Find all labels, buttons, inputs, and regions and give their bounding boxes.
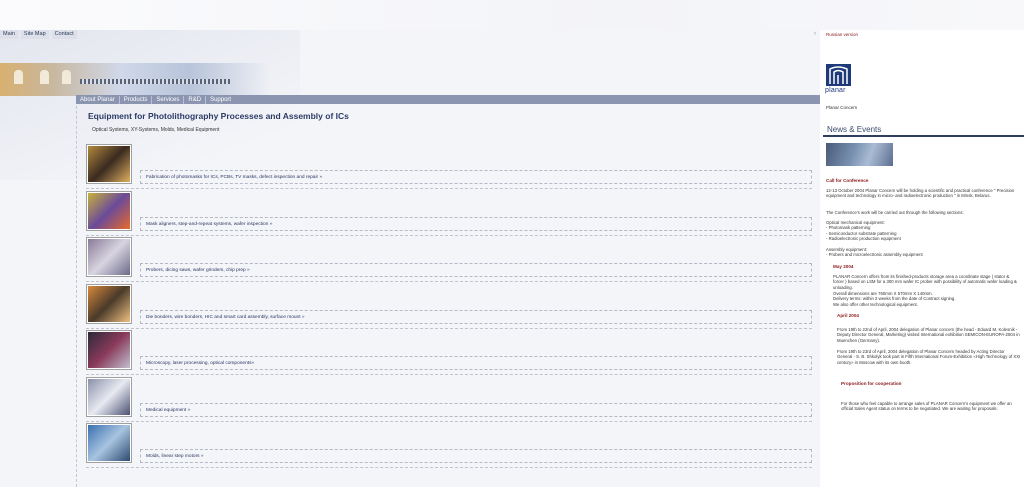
top-nav: Main Site Map Contact (0, 30, 77, 39)
cooperation-text: For those who feel capable to arrange sa… (841, 401, 1012, 412)
product-link[interactable]: Mask aligners, step-and-repeat systems, … (140, 216, 812, 231)
cooperation-heading: Proposition for cooperation (841, 381, 902, 386)
news-divider (823, 135, 1024, 137)
header-banner-image (0, 63, 270, 96)
product-row: Fabrication of photomasks for ICs, PCBs,… (86, 144, 812, 190)
collapse-arrow-icon[interactable]: ‹ (814, 31, 816, 37)
product-row: Microscopy, laser processing, optical co… (86, 330, 812, 376)
product-link[interactable]: Probers, dicing saws, wafer grinders, ch… (140, 263, 812, 277)
left-divider (76, 96, 77, 487)
row-divider (86, 281, 812, 282)
main-nav-products[interactable]: Products (120, 95, 153, 104)
top-nav-contact[interactable]: Contact (51, 30, 77, 39)
assembly-sections: Assembly equipment: - Probers and microel… (826, 247, 923, 258)
mask-aligner-image[interactable] (86, 190, 132, 231)
planar-logo-icon (826, 64, 851, 86)
row-divider (86, 188, 812, 189)
product-link[interactable]: Fabrication of photomasks for ICs, PCBs,… (140, 170, 812, 184)
microscopy-image[interactable] (86, 330, 132, 370)
die-bonder-image[interactable] (86, 283, 132, 324)
row-divider (86, 327, 812, 329)
may-text: PLANAR Concern offers from its finished-… (833, 274, 1017, 290)
product-row: Mask aligners, step-and-repeat systems, … (86, 190, 812, 237)
page-subtitle: Optical Systems, XY-Systems, Molds, Medi… (92, 127, 220, 133)
russian-version-link[interactable]: Russian version (826, 32, 858, 37)
row-divider (86, 420, 812, 422)
top-band (0, 0, 1024, 30)
main-nav: About Planar Products Services R&D Suppo… (76, 95, 820, 104)
prober-image[interactable] (86, 237, 132, 277)
news-image (826, 143, 893, 166)
row-divider (86, 234, 812, 236)
photomask-image[interactable] (86, 144, 132, 184)
row-divider (86, 374, 812, 375)
main-nav-rd[interactable]: R&D (184, 95, 207, 104)
product-link[interactable]: Die bonders, wire bonders, HIC and smart… (140, 309, 812, 324)
product-row: Medical equipment » (86, 376, 812, 423)
april-text-2: From 19th to 23rd of April, 2004 delegat… (837, 349, 1021, 365)
main-nav-services[interactable]: Services (152, 95, 185, 104)
medical-equipment-image[interactable] (86, 376, 132, 417)
molds-image[interactable] (86, 423, 132, 463)
company-name: Planar Concern (826, 105, 858, 110)
product-link[interactable]: Medical equipment » (140, 402, 812, 417)
product-row: Probers, dicing saws, wafer grinders, ch… (86, 237, 812, 283)
april-heading: April 2004 (837, 313, 859, 318)
product-row: Die bonders, wire bonders, HIC and smart… (86, 283, 812, 330)
product-link[interactable]: Molds, linear step motors » (140, 449, 812, 463)
sidebar: Russian version planar Planar Concern Ne… (820, 30, 1024, 487)
call-text: 12-13 October 2004 Planar Concern will b… (826, 188, 1015, 199)
call-heading: Call for Conference (826, 178, 869, 183)
page-title: Equipment for Photolithography Processes… (88, 111, 349, 121)
product-link[interactable]: Microscopy, laser processing, optical co… (140, 356, 812, 370)
sections-intro: The Conference's work will be carried ou… (826, 210, 964, 215)
top-nav-main[interactable]: Main (0, 30, 18, 39)
row-divider (86, 467, 812, 468)
top-nav-site-map[interactable]: Site Map (20, 30, 49, 39)
logo-text: planar (825, 87, 846, 94)
main-nav-about[interactable]: About Planar (76, 95, 120, 104)
may-heading: May 2004 (833, 264, 854, 269)
may-details: Overall dimensions are 760mm X 570mm X 1… (833, 291, 956, 307)
april-text-1: From 19th to 22nd of April, 2004 delegat… (837, 327, 1020, 343)
product-row: Molds, linear step motors » (86, 423, 812, 469)
main-nav-support[interactable]: Support (206, 96, 235, 104)
optical-sections: Optical mechanical equipment: - Photomask… (826, 220, 901, 242)
news-heading: News & Events (827, 125, 882, 134)
